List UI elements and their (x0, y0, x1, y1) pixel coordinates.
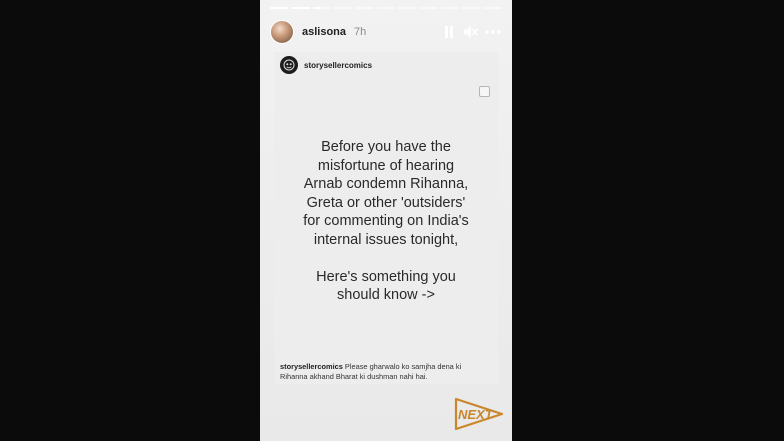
progress-segment-fill (312, 7, 321, 9)
progress-segment (462, 7, 481, 9)
watermark-text: NEXT (458, 407, 494, 422)
caption-username[interactable]: storysellercomics (280, 362, 343, 371)
pause-icon[interactable] (440, 23, 458, 41)
screen: aslisona 7h storysellercomics Before you… (0, 0, 784, 441)
progress-segment (419, 7, 438, 9)
progress-segment (398, 7, 417, 9)
post-text-paragraph-2: Here's something you should know -> (316, 268, 456, 304)
post-text-paragraph-1: Before you have the misfortune of hearin… (303, 139, 469, 248)
story-header: aslisona 7h (270, 18, 502, 46)
progress-segment-fill (291, 7, 310, 9)
story-username[interactable]: aslisona (302, 26, 346, 38)
progress-segment (270, 7, 289, 9)
shared-post-card[interactable]: storysellercomics Before you have the mi… (274, 52, 498, 384)
progress-segment (440, 7, 460, 9)
progress-segment (483, 7, 502, 9)
progress-segment (312, 7, 332, 9)
mute-icon[interactable] (462, 23, 480, 41)
progress-segment (291, 7, 310, 9)
bookmark-icon[interactable] (479, 86, 490, 97)
progress-segment (376, 7, 396, 9)
progress-segment (334, 7, 353, 9)
profile-avatar[interactable] (270, 20, 294, 44)
progress-segment-fill (270, 7, 289, 9)
next-logo-watermark: NEXT (454, 397, 504, 431)
story-timestamp: 7h (354, 26, 367, 38)
progress-segment (355, 7, 374, 9)
post-main-text: Before you have the misfortune of hearin… (274, 138, 498, 305)
shared-post-avatar[interactable] (280, 56, 298, 74)
more-options-icon[interactable] (484, 23, 502, 41)
post-caption: storysellercomics Please gharwalo ko sam… (280, 362, 488, 382)
story-progress-bar (270, 7, 502, 9)
shared-post-header: storysellercomics (280, 56, 372, 74)
shared-post-username[interactable]: storysellercomics (304, 61, 372, 70)
story-viewer[interactable]: aslisona 7h storysellercomics Before you… (260, 0, 512, 441)
